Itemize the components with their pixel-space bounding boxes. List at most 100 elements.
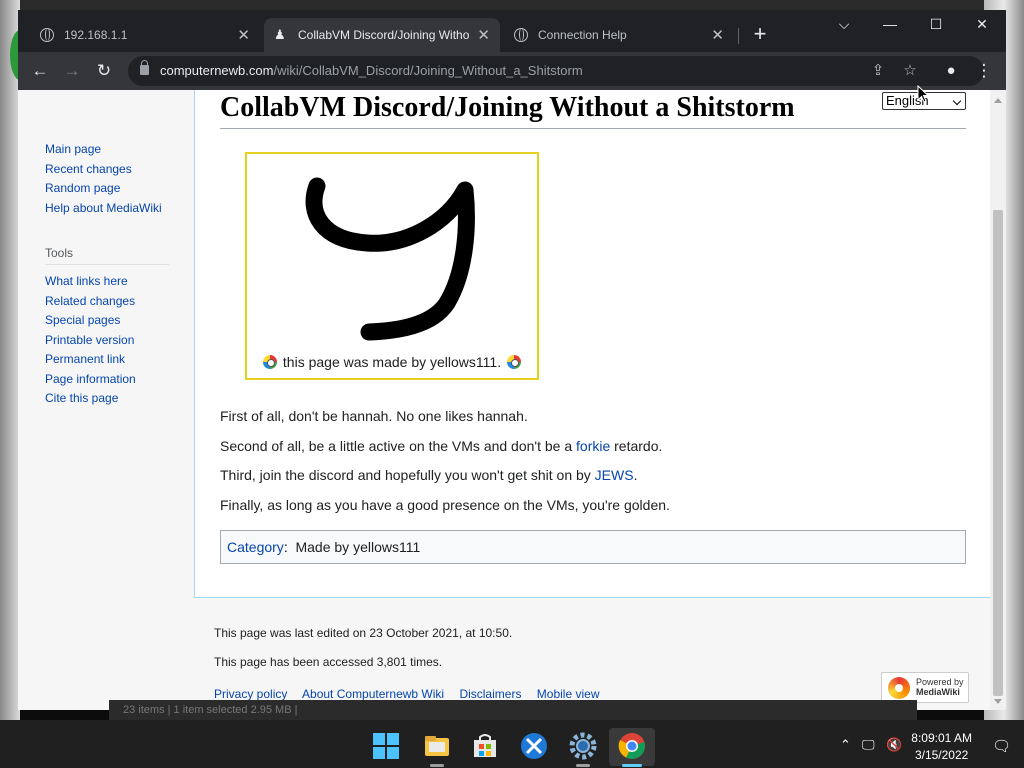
microsoft-store-icon[interactable]	[471, 732, 499, 760]
cd-icon	[263, 355, 278, 369]
infobox-image-frame: this page was made by yellows111.	[245, 152, 539, 380]
disclaimers-link[interactable]: Disclaimers	[459, 687, 521, 701]
system-clock[interactable]: 8:09:01 AM 3/15/2022	[911, 730, 972, 764]
tab-bar: 192.168.1.1 ✕ ♟ CollabVM Discord/Joining…	[18, 10, 1006, 52]
menu-kebab-icon[interactable]: ⋮	[973, 61, 995, 81]
mouse-cursor-icon	[917, 85, 929, 103]
toolbar: ← → ↻ computernewb.com/wiki/CollabVM_Dis…	[18, 52, 1006, 90]
powered-line-2: MediaWiki	[916, 687, 960, 697]
clock-time: 8:09:01 AM	[911, 731, 972, 745]
address-bar[interactable]: computernewb.com/wiki/CollabVM_Discord/J…	[128, 56, 984, 86]
forkie-link[interactable]: forkie	[576, 438, 610, 454]
footer-links: Privacy policy About Computernewb Wiki D…	[214, 687, 612, 701]
clock-date: 3/15/2022	[914, 748, 969, 762]
sidebar-link-page-information[interactable]: Page information	[45, 370, 169, 390]
category-label-link[interactable]: Category	[227, 539, 284, 555]
close-window-button[interactable]: ✕	[970, 16, 994, 33]
sidebar-link-what-links-here[interactable]: What links here	[45, 272, 169, 292]
scroll-up-arrow-icon[interactable]	[994, 94, 1002, 103]
sidebar-link-cite-this-page[interactable]: Cite this page	[45, 389, 169, 409]
tab-collabvm-discord[interactable]: ♟ CollabVM Discord/Joining Witho ✕	[264, 18, 500, 52]
close-tab-icon[interactable]: ✕	[477, 26, 490, 44]
paragraph-1: First of all, don't be hannah. No one li…	[220, 408, 528, 424]
browser-window: 192.168.1.1 ✕ ♟ CollabVM Discord/Joining…	[18, 10, 1006, 710]
about-link[interactable]: About Computernewb Wiki	[302, 687, 444, 701]
tray-chevron-icon[interactable]: ⌃	[840, 737, 851, 753]
tab-search-chevron-icon[interactable]: ⌵	[832, 16, 856, 33]
tools-heading: Tools	[45, 246, 169, 265]
forward-button[interactable]: →	[61, 61, 83, 81]
tab-title: CollabVM Discord/Joining Witho	[298, 28, 470, 42]
powered-line-1: Powered by	[916, 677, 964, 687]
category-value-link[interactable]: Made by yellows111	[295, 539, 420, 555]
minimize-button[interactable]: —	[878, 16, 902, 32]
category-colon: :	[283, 539, 296, 555]
taskbar: ⌃ 🖵 🔇 8:09:01 AM 3/15/2022 🗨	[0, 720, 1024, 768]
close-tab-icon[interactable]: ✕	[711, 26, 724, 44]
desktop-edge-left	[0, 0, 20, 720]
tab-separator	[738, 28, 739, 44]
volume-muted-icon[interactable]: 🔇	[886, 737, 902, 753]
scroll-down-arrow-icon[interactable]	[994, 699, 1002, 708]
scrollbar-thumb[interactable]	[993, 210, 1003, 696]
category-box: Category: Made by yellows111	[220, 530, 966, 564]
sidebar-link-printable-version[interactable]: Printable version	[45, 331, 169, 351]
page-title: CollabVM Discord/Joining Without a Shits…	[220, 90, 966, 129]
sidebar-link-main-page[interactable]: Main page	[45, 140, 162, 160]
jews-link[interactable]: JEWS	[595, 467, 634, 483]
collabvm-icon: ♟	[274, 27, 286, 42]
paragraph-4: Finally, as long as you have a good pres…	[220, 497, 670, 513]
profile-icon[interactable]: ●	[940, 61, 962, 81]
app-x-icon[interactable]	[520, 732, 548, 760]
share-icon[interactable]: ⇪	[868, 61, 888, 79]
close-tab-icon[interactable]: ✕	[237, 26, 250, 44]
notifications-icon[interactable]: 🗨	[992, 737, 1011, 755]
sidebar-link-related-changes[interactable]: Related changes	[45, 292, 169, 312]
url-host: computernewb.com	[160, 63, 274, 78]
taskbar-active-indicator	[622, 764, 642, 767]
file-explorer-icon[interactable]	[423, 732, 451, 760]
tab-title: 192.168.1.1	[64, 28, 128, 42]
paragraph-2-text: Second of all, be a little active on the…	[220, 438, 577, 454]
url-text[interactable]: computernewb.com/wiki/CollabVM_Discord/J…	[160, 63, 583, 78]
powered-by-mediawiki-badge[interactable]: Powered by MediaWiki	[881, 672, 969, 703]
sidebar-link-random-page[interactable]: Random page	[45, 179, 162, 199]
network-icon[interactable]: 🖵	[862, 737, 875, 753]
tab-router[interactable]: 192.168.1.1 ✕	[30, 18, 260, 52]
windows-start-icon[interactable]	[372, 732, 400, 760]
cd-icon	[506, 355, 521, 369]
paragraph-2: Second of all, be a little active on the…	[220, 438, 662, 454]
new-tab-button[interactable]: +	[748, 22, 772, 46]
privacy-policy-link[interactable]: Privacy policy	[214, 687, 287, 701]
image-caption: this page was made by yellows111.	[247, 354, 537, 370]
sidebar: Main page Recent changes Random page Hel…	[18, 90, 194, 590]
settings-gear-icon[interactable]	[569, 732, 597, 760]
taskbar-indicator	[430, 764, 444, 767]
mobile-view-link[interactable]: Mobile view	[537, 687, 600, 701]
url-path: /wiki/CollabVM_Discord/Joining_Without_a…	[273, 63, 583, 78]
sidebar-link-help[interactable]: Help about MediaWiki	[45, 199, 162, 219]
lock-icon[interactable]	[140, 60, 149, 75]
sidebar-link-recent-changes[interactable]: Recent changes	[45, 160, 162, 180]
tab-connection-help[interactable]: Connection Help ✕	[504, 18, 734, 52]
globe-icon	[514, 28, 528, 42]
bookmark-star-icon[interactable]: ☆	[900, 61, 920, 79]
chrome-icon[interactable]	[618, 732, 646, 760]
paragraph-2-tail: retardo.	[610, 438, 663, 454]
reload-button[interactable]: ↻	[93, 61, 115, 81]
footer-last-edited: This page was last edited on 23 October …	[214, 626, 513, 640]
page-content: CollabVM Discord/Joining Without a Shits…	[194, 90, 990, 598]
sidebar-link-special-pages[interactable]: Special pages	[45, 311, 169, 331]
maximize-button[interactable]: ☐	[924, 16, 948, 33]
page-viewport: Main page Recent changes Random page Hel…	[18, 90, 990, 710]
tab-title: Connection Help	[538, 28, 627, 42]
sidebar-navigation: Main page Recent changes Random page Hel…	[45, 140, 162, 218]
page-scrollbar[interactable]	[990, 90, 1006, 710]
footer-accessed: This page has been accessed 3,801 times.	[214, 655, 443, 669]
back-button[interactable]: ←	[29, 61, 51, 81]
sidebar-link-permanent-link[interactable]: Permanent link	[45, 350, 169, 370]
yellows111-logo-image	[305, 177, 475, 341]
taskbar-indicator	[576, 764, 590, 767]
paragraph-3-text: Third, join the discord and hopefully yo…	[220, 467, 595, 483]
globe-icon	[40, 28, 54, 42]
